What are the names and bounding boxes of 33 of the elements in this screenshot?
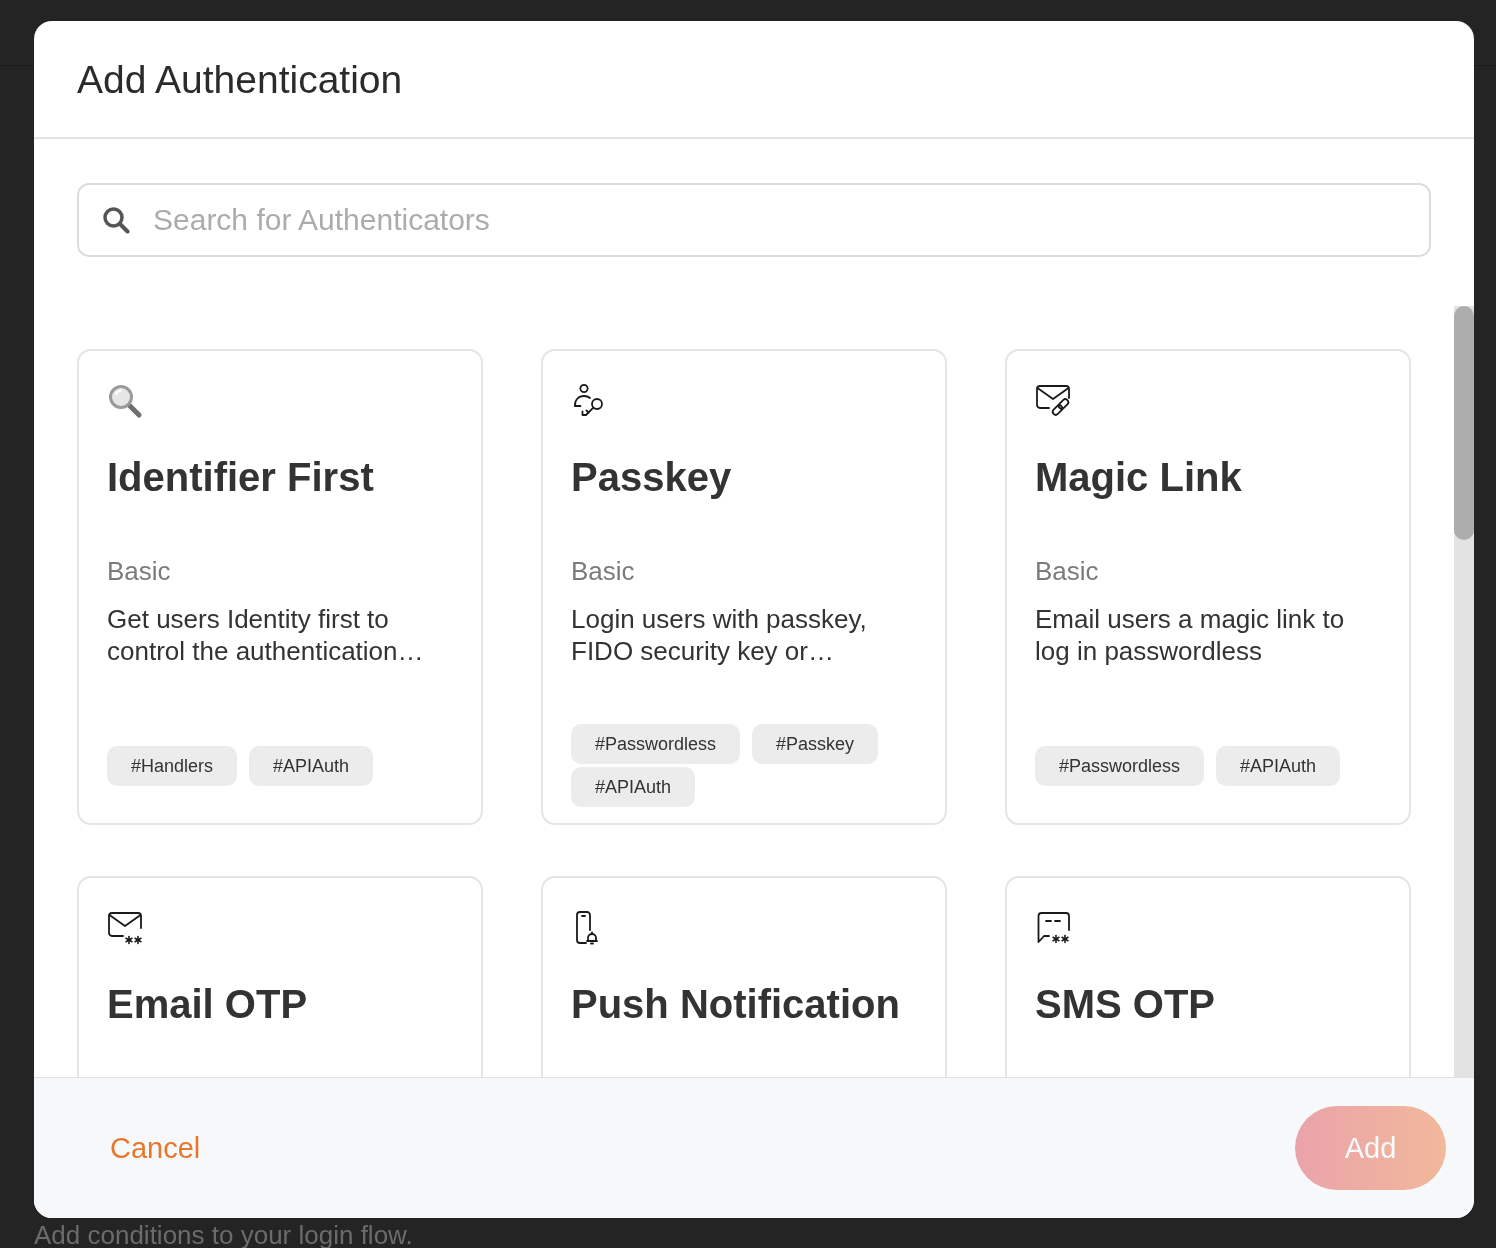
card-description: Login users with passkey, FIDO security key or…: [571, 603, 868, 667]
authenticator-card[interactable]: Passkey Basic Login users with passkey, FIDO security key or… #Passwordless #Passkey #APIAuth: [541, 349, 947, 825]
envelope-asterisks-icon: [107, 910, 143, 946]
tag: #Passwordless: [1035, 745, 1205, 786]
card-category: Basic: [1035, 555, 1100, 587]
card-category: Basic: [571, 555, 636, 587]
search-field[interactable]: Search for Authenticators: [77, 183, 1431, 257]
scrollbar-thumb[interactable]: [1454, 306, 1474, 540]
authenticator-card[interactable]: Identifier First Basic Get users Identity first to control the authentication… #Handlers #APIAuth: [77, 349, 483, 825]
tag: #Passwordless: [571, 724, 741, 764]
tag: #APIAuth: [1216, 745, 1341, 786]
card-title: Passkey: [571, 454, 733, 501]
authenticator-card[interactable]: SMS OTP: [1005, 876, 1411, 1077]
authenticator-card[interactable]: Email OTP: [77, 876, 483, 1077]
card-title: Identifier First: [107, 454, 375, 501]
card-title: Magic Link: [1035, 454, 1243, 501]
chat-bubble-asterisks-icon: [1035, 910, 1071, 946]
envelope-link-icon: [1035, 383, 1071, 419]
tag: #Handlers: [107, 745, 238, 786]
card-category: Basic: [107, 555, 172, 587]
tag: #APIAuth: [571, 767, 696, 807]
card-title: SMS OTP: [1035, 981, 1217, 1028]
authenticator-card[interactable]: Push Notification: [541, 876, 947, 1077]
tag: #APIAuth: [249, 745, 374, 786]
dialog-title: Add Authentication: [77, 57, 403, 103]
card-description: Email users a magic link to log in passwordless: [1035, 603, 1346, 667]
tag: #Passkey: [752, 724, 879, 764]
card-title: Push Notification: [571, 981, 901, 1028]
magnifier-icon: [107, 383, 143, 419]
search-icon: [102, 206, 130, 234]
card-description: Get users Identity first to control the authentication…: [107, 603, 425, 667]
card-title: Email OTP: [107, 981, 309, 1028]
authenticator-card[interactable]: Magic Link Basic Email users a magic link to log in passwordless #Passwordless #APIAuth: [1005, 349, 1411, 825]
